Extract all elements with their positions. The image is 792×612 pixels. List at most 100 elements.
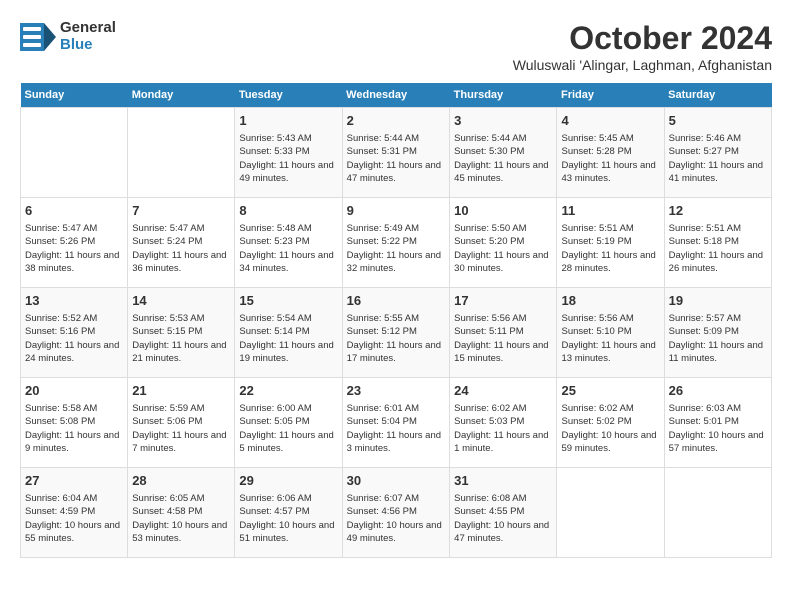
day-detail: Sunrise: 5:47 AM Sunset: 5:26 PM Dayligh… — [25, 222, 123, 275]
calendar-cell: 31 Sunrise: 6:08 AM Sunset: 4:55 PM Dayli… — [450, 468, 557, 558]
day-number: 21 — [132, 382, 230, 400]
day-detail: Sunrise: 5:56 AM Sunset: 5:11 PM Dayligh… — [454, 312, 552, 365]
day-detail: Sunrise: 5:51 AM Sunset: 5:19 PM Dayligh… — [561, 222, 659, 275]
day-number: 24 — [454, 382, 552, 400]
calendar-cell: 1Sunrise: 5:43 AM Sunset: 5:33 PM Daylig… — [235, 108, 342, 198]
calendar-cell: 11 Sunrise: 5:51 AM Sunset: 5:19 PM Dayli… — [557, 198, 664, 288]
calendar-cell — [557, 468, 664, 558]
day-number: 3 — [454, 112, 552, 130]
day-detail: Sunrise: 5:55 AM Sunset: 5:12 PM Dayligh… — [347, 312, 445, 365]
day-number: 10 — [454, 202, 552, 220]
calendar-week-row: 6 Sunrise: 5:47 AM Sunset: 5:26 PM Daylig… — [21, 198, 772, 288]
day-number: 19 — [669, 292, 767, 310]
location-title: Wuluswali 'Alingar, Laghman, Afghanistan — [513, 57, 772, 73]
day-detail: Sunrise: 6:07 AM Sunset: 4:56 PM Dayligh… — [347, 492, 445, 545]
calendar-cell: 15 Sunrise: 5:54 AM Sunset: 5:14 PM Dayli… — [235, 288, 342, 378]
day-number: 2 — [347, 112, 445, 130]
day-detail: Sunrise: 5:49 AM Sunset: 5:22 PM Dayligh… — [347, 222, 445, 275]
day-number: 18 — [561, 292, 659, 310]
calendar-cell — [664, 468, 771, 558]
calendar-cell: 12Sunrise: 5:51 AM Sunset: 5:18 PM Dayli… — [664, 198, 771, 288]
day-detail: Sunrise: 5:50 AM Sunset: 5:20 PM Dayligh… — [454, 222, 552, 275]
header-day-friday: Friday — [557, 83, 664, 108]
calendar-cell: 10 Sunrise: 5:50 AM Sunset: 5:20 PM Dayli… — [450, 198, 557, 288]
calendar-cell: 25 Sunrise: 6:02 AM Sunset: 5:02 PM Dayli… — [557, 378, 664, 468]
day-number: 31 — [454, 472, 552, 490]
day-number: 20 — [25, 382, 123, 400]
header-day-thursday: Thursday — [450, 83, 557, 108]
logo: General Blue — [20, 20, 116, 53]
calendar-cell: 21 Sunrise: 5:59 AM Sunset: 5:06 PM Dayli… — [128, 378, 235, 468]
logo-icon — [20, 23, 56, 51]
calendar-cell: 13 Sunrise: 5:52 AM Sunset: 5:16 PM Dayli… — [21, 288, 128, 378]
day-detail: Sunrise: 6:08 AM Sunset: 4:55 PM Dayligh… — [454, 492, 552, 545]
calendar-cell: 3 Sunrise: 5:44 AM Sunset: 5:30 PM Daylig… — [450, 108, 557, 198]
day-number: 29 — [239, 472, 337, 490]
calendar-cell: 14 Sunrise: 5:53 AM Sunset: 5:15 PM Dayli… — [128, 288, 235, 378]
day-detail: Sunrise: 5:44 AM Sunset: 5:30 PM Dayligh… — [454, 132, 552, 185]
day-detail: Sunrise: 6:02 AM Sunset: 5:03 PM Dayligh… — [454, 402, 552, 455]
day-number: 17 — [454, 292, 552, 310]
calendar-header-row: SundayMondayTuesdayWednesdayThursdayFrid… — [21, 83, 772, 108]
calendar-cell: 28 Sunrise: 6:05 AM Sunset: 4:58 PM Dayli… — [128, 468, 235, 558]
header-day-tuesday: Tuesday — [235, 83, 342, 108]
calendar-cell: 22Sunrise: 6:00 AM Sunset: 5:05 PM Dayli… — [235, 378, 342, 468]
calendar-cell: 20 Sunrise: 5:58 AM Sunset: 5:08 PM Dayli… — [21, 378, 128, 468]
day-detail: Sunrise: 6:03 AM Sunset: 5:01 PM Dayligh… — [669, 402, 767, 455]
calendar-week-row: 20 Sunrise: 5:58 AM Sunset: 5:08 PM Dayli… — [21, 378, 772, 468]
month-title: October 2024 — [513, 20, 772, 57]
day-number: 13 — [25, 292, 123, 310]
day-number: 28 — [132, 472, 230, 490]
day-number: 11 — [561, 202, 659, 220]
day-number: 25 — [561, 382, 659, 400]
calendar-cell: 30 Sunrise: 6:07 AM Sunset: 4:56 PM Dayli… — [342, 468, 449, 558]
day-detail: Sunrise: 5:46 AM Sunset: 5:27 PM Dayligh… — [669, 132, 767, 185]
day-number: 9 — [347, 202, 445, 220]
calendar-cell: 4 Sunrise: 5:45 AM Sunset: 5:28 PM Daylig… — [557, 108, 664, 198]
day-detail: Sunrise: 6:02 AM Sunset: 5:02 PM Dayligh… — [561, 402, 659, 455]
calendar-cell: 18 Sunrise: 5:56 AM Sunset: 5:10 PM Dayli… — [557, 288, 664, 378]
header-day-sunday: Sunday — [21, 83, 128, 108]
calendar-cell: 9 Sunrise: 5:49 AM Sunset: 5:22 PM Daylig… — [342, 198, 449, 288]
day-number: 12 — [669, 202, 767, 220]
day-number: 23 — [347, 382, 445, 400]
calendar-cell: 2Sunrise: 5:44 AM Sunset: 5:31 PM Daylig… — [342, 108, 449, 198]
day-number: 8 — [239, 202, 337, 220]
day-number: 7 — [132, 202, 230, 220]
calendar-cell: 6 Sunrise: 5:47 AM Sunset: 5:26 PM Daylig… — [21, 198, 128, 288]
day-detail: Sunrise: 5:54 AM Sunset: 5:14 PM Dayligh… — [239, 312, 337, 365]
day-detail: Sunrise: 5:52 AM Sunset: 5:16 PM Dayligh… — [25, 312, 123, 365]
day-number: 27 — [25, 472, 123, 490]
calendar-cell: 17 Sunrise: 5:56 AM Sunset: 5:11 PM Dayli… — [450, 288, 557, 378]
calendar-cell — [128, 108, 235, 198]
day-detail: Sunrise: 5:53 AM Sunset: 5:15 PM Dayligh… — [132, 312, 230, 365]
calendar-cell: 26Sunrise: 6:03 AM Sunset: 5:01 PM Dayli… — [664, 378, 771, 468]
day-number: 16 — [347, 292, 445, 310]
day-detail: Sunrise: 6:05 AM Sunset: 4:58 PM Dayligh… — [132, 492, 230, 545]
day-detail: Sunrise: 5:48 AM Sunset: 5:23 PM Dayligh… — [239, 222, 337, 275]
calendar-cell: 7 Sunrise: 5:47 AM Sunset: 5:24 PM Daylig… — [128, 198, 235, 288]
day-detail: Sunrise: 6:06 AM Sunset: 4:57 PM Dayligh… — [239, 492, 337, 545]
day-number: 15 — [239, 292, 337, 310]
day-number: 14 — [132, 292, 230, 310]
calendar-cell: 29 Sunrise: 6:06 AM Sunset: 4:57 PM Dayli… — [235, 468, 342, 558]
header-day-saturday: Saturday — [664, 83, 771, 108]
calendar-cell: 23 Sunrise: 6:01 AM Sunset: 5:04 PM Dayli… — [342, 378, 449, 468]
day-number: 30 — [347, 472, 445, 490]
day-detail: Sunrise: 5:59 AM Sunset: 5:06 PM Dayligh… — [132, 402, 230, 455]
day-number: 6 — [25, 202, 123, 220]
calendar-cell: 16 Sunrise: 5:55 AM Sunset: 5:12 PM Dayli… — [342, 288, 449, 378]
calendar-week-row: 1Sunrise: 5:43 AM Sunset: 5:33 PM Daylig… — [21, 108, 772, 198]
calendar-week-row: 27 Sunrise: 6:04 AM Sunset: 4:59 PM Dayli… — [21, 468, 772, 558]
day-detail: Sunrise: 6:04 AM Sunset: 4:59 PM Dayligh… — [25, 492, 123, 545]
day-detail: Sunrise: 5:45 AM Sunset: 5:28 PM Dayligh… — [561, 132, 659, 185]
day-detail: Sunrise: 5:43 AM Sunset: 5:33 PM Dayligh… — [239, 132, 337, 185]
day-detail: Sunrise: 6:01 AM Sunset: 5:04 PM Dayligh… — [347, 402, 445, 455]
title-area: October 2024 Wuluswali 'Alingar, Laghman… — [513, 20, 772, 73]
day-detail: Sunrise: 5:58 AM Sunset: 5:08 PM Dayligh… — [25, 402, 123, 455]
header-day-monday: Monday — [128, 83, 235, 108]
day-number: 5 — [669, 112, 767, 130]
day-detail: Sunrise: 5:56 AM Sunset: 5:10 PM Dayligh… — [561, 312, 659, 365]
day-number: 4 — [561, 112, 659, 130]
day-detail: Sunrise: 5:47 AM Sunset: 5:24 PM Dayligh… — [132, 222, 230, 275]
